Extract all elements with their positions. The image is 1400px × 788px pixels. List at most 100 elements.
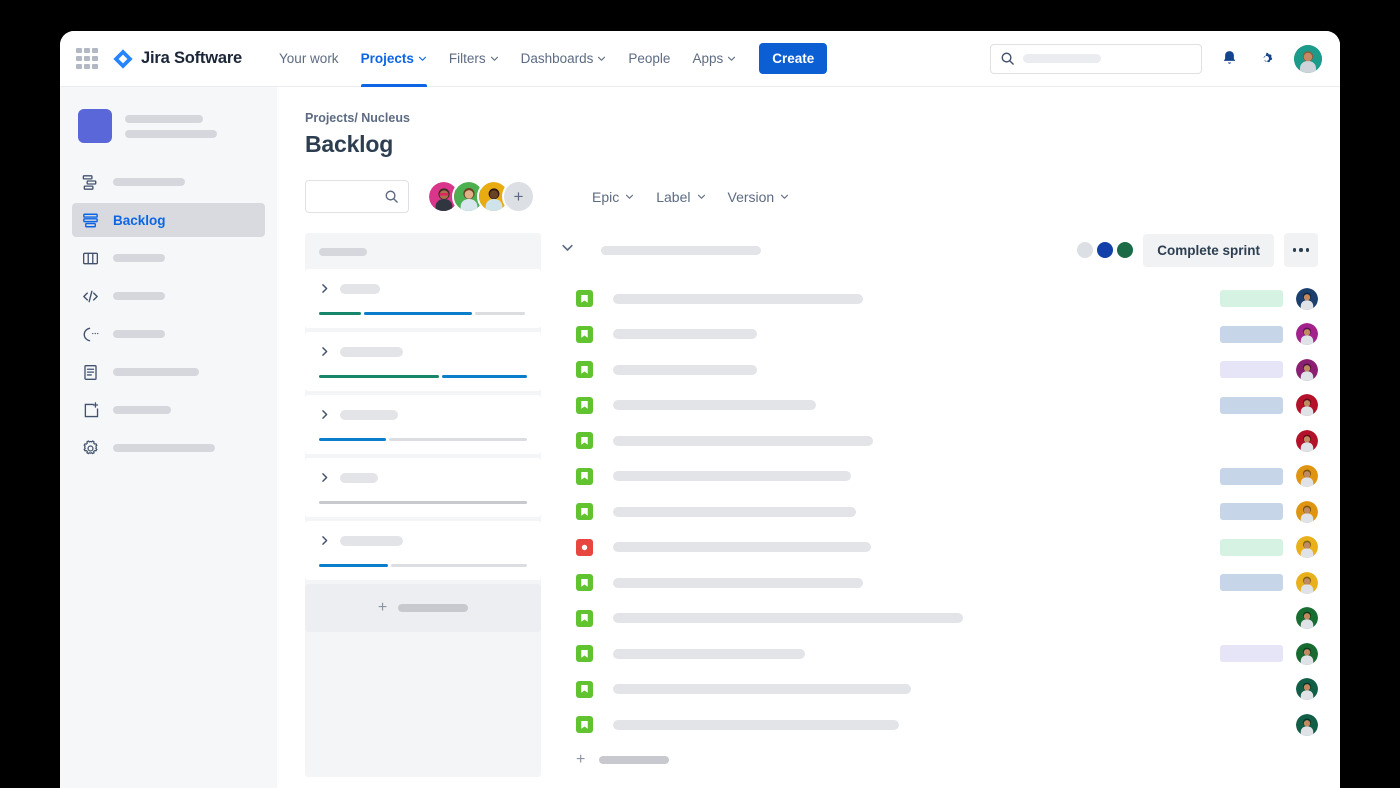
chevron-down-icon [561,241,574,254]
dropdown-label: Version [728,189,775,205]
assignee-avatar[interactable] [1296,465,1318,487]
sidebar-item-label-skeleton [113,444,215,452]
breadcrumb[interactable]: Projects/ Nucleus [305,111,1340,125]
nav-item-projects[interactable]: Projects [350,31,438,87]
board-columns-icon [80,248,100,268]
chevron-right-icon[interactable] [319,346,330,357]
sidebar-item-label-skeleton [113,178,185,186]
assignee-avatar[interactable] [1296,394,1318,416]
assignee-avatar[interactable] [1296,678,1318,700]
assignee-avatar[interactable] [1296,714,1318,736]
issue-row[interactable] [561,707,1318,743]
issue-row[interactable] [561,423,1318,459]
nav-item-filters[interactable]: Filters [438,31,510,87]
assignee-avatar[interactable] [1296,536,1318,558]
version-filter-dropdown[interactable]: Version [728,189,790,205]
epic-card[interactable] [305,521,541,580]
story-icon [576,645,593,662]
issue-row[interactable] [561,565,1318,601]
sidebar-item-releases[interactable] [72,317,265,351]
sidebar-item-project-settings[interactable] [72,431,265,465]
epic-badge[interactable] [1220,397,1283,414]
issue-row[interactable] [561,352,1318,388]
app-switcher-icon[interactable] [76,48,98,70]
sidebar-item-code[interactable] [72,279,265,313]
nav-item-your-work[interactable]: Your work [268,31,350,87]
sidebar-item-board[interactable] [72,241,265,275]
epic-card[interactable] [305,395,541,454]
assignee-avatar[interactable] [1296,323,1318,345]
story-icon [576,610,593,627]
epic-card[interactable] [305,332,541,391]
assignee-avatar[interactable] [1296,607,1318,629]
nav-item-dashboards[interactable]: Dashboards [510,31,618,87]
complete-sprint-button[interactable]: Complete sprint [1143,234,1274,267]
issue-row[interactable] [561,459,1318,495]
project-header[interactable] [72,109,265,143]
issue-row[interactable] [561,636,1318,672]
epic-badge[interactable] [1220,645,1283,662]
epic-badge[interactable] [1220,574,1283,591]
nav-item-apps[interactable]: Apps [681,31,747,87]
backlog-search-input[interactable] [305,180,409,213]
assignee-avatar[interactable] [1296,572,1318,594]
issue-row[interactable] [561,281,1318,317]
sidebar-item-label-skeleton [113,406,171,414]
chevron-down-icon [625,192,634,201]
global-search-input[interactable] [990,44,1202,74]
sidebar-item-add-shortcut[interactable] [72,393,265,427]
todo-count-dot[interactable] [1077,242,1093,258]
inprogress-count-dot[interactable] [1097,242,1113,258]
create-issue-button[interactable]: + [561,743,1318,777]
epic-card-header [319,409,527,420]
nav-right-actions [990,44,1322,74]
chevron-right-icon[interactable] [319,472,330,483]
epic-badge[interactable] [1220,326,1283,343]
epic-card[interactable] [305,458,541,517]
assignee-avatar[interactable] [1296,430,1318,452]
issue-row[interactable] [561,317,1318,353]
sprint-collapse-toggle[interactable] [561,241,575,259]
label-filter-dropdown[interactable]: Label [656,189,705,205]
issue-row[interactable] [561,672,1318,708]
create-button[interactable]: Create [759,43,827,74]
epic-name-skeleton [340,473,378,483]
nav-item-people[interactable]: People [617,31,681,87]
epic-badge[interactable] [1220,468,1283,485]
issue-row[interactable] [561,601,1318,637]
more-actions-icon[interactable] [1284,233,1318,267]
chevron-down-icon [490,54,499,63]
jira-brand[interactable]: Jira Software [112,48,242,70]
assignee-avatar[interactable] [1296,643,1318,665]
chevron-right-icon[interactable] [319,283,330,294]
epic-filter-dropdown[interactable]: Epic [592,189,634,205]
sidebar-item-pages[interactable] [72,355,265,389]
sidebar-item-roadmap[interactable] [72,165,265,199]
create-epic-button[interactable]: + [305,584,541,632]
chevron-right-icon[interactable] [319,409,330,420]
issue-row[interactable] [561,530,1318,566]
epic-badge[interactable] [1220,503,1283,520]
epic-badge[interactable] [1220,290,1283,307]
add-member-button[interactable]: + [502,180,535,213]
epic-badge-placeholder [1220,610,1283,627]
done-count-dot[interactable] [1117,242,1133,258]
issue-row[interactable] [561,494,1318,530]
nav-label: Apps [692,51,723,66]
story-icon [576,290,593,307]
assignee-avatar[interactable] [1296,359,1318,381]
settings-gear-icon[interactable] [1257,49,1276,68]
issue-row[interactable] [561,388,1318,424]
notifications-bell-icon[interactable] [1220,49,1239,68]
nav-label: People [628,51,670,66]
epic-badge[interactable] [1220,361,1283,378]
epic-card[interactable] [305,269,541,328]
assignee-avatar[interactable] [1296,288,1318,310]
profile-avatar[interactable] [1294,45,1322,73]
epic-name-skeleton [340,284,380,294]
chevron-right-icon[interactable] [319,535,330,546]
epic-badge[interactable] [1220,539,1283,556]
sidebar-item-backlog[interactable]: Backlog [72,203,265,237]
assignee-avatar[interactable] [1296,501,1318,523]
epic-badge-placeholder [1220,681,1283,698]
